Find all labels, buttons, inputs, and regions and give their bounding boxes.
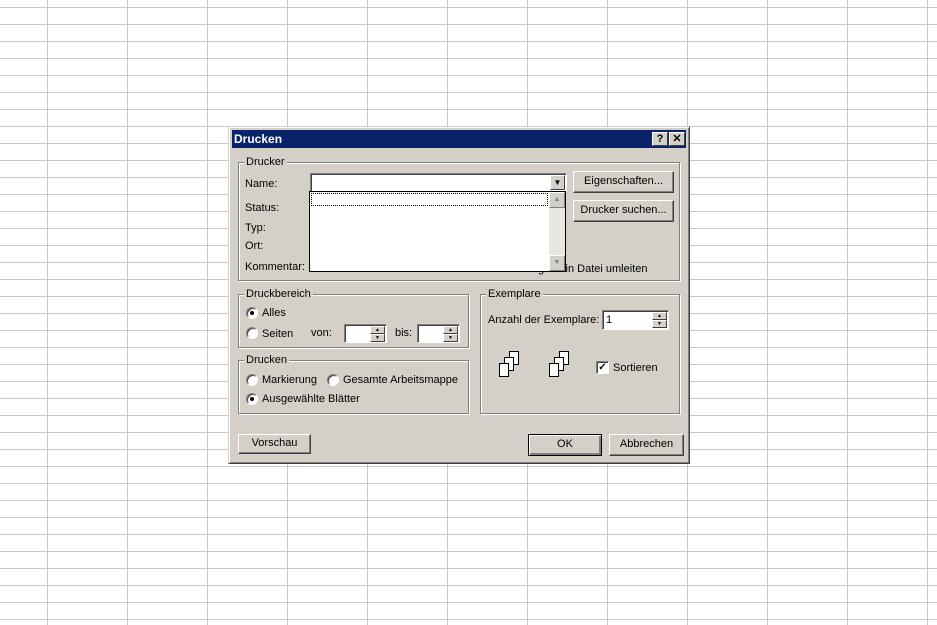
vertical-scrollbar[interactable]: ▲ ▼ bbox=[549, 192, 565, 271]
page-to-label: bis: bbox=[395, 327, 413, 339]
radio-selected-dot bbox=[250, 397, 254, 401]
print-dialog: Drucken ? ✕ Drucker Name: Status: Typ: O… bbox=[228, 126, 690, 464]
print-all-radio[interactable] bbox=[246, 307, 258, 319]
page-icon bbox=[549, 363, 559, 377]
printer-name-select[interactable]: ▼ bbox=[310, 173, 567, 192]
spin-down-icon[interactable]: ▼ bbox=[370, 334, 385, 342]
close-button[interactable]: ✕ bbox=[669, 132, 685, 146]
scroll-down-icon[interactable]: ▼ bbox=[549, 255, 565, 271]
printer-location-label: Ort: bbox=[245, 240, 264, 252]
entire-workbook-radio[interactable] bbox=[327, 374, 339, 386]
spin-down-icon[interactable]: ▼ bbox=[652, 320, 667, 328]
copies-count-label: Anzahl der Exemplare: bbox=[488, 314, 600, 326]
scroll-up-icon[interactable]: ▲ bbox=[549, 192, 565, 208]
collated-pages-icon bbox=[547, 351, 577, 385]
page-from-label: von: bbox=[311, 327, 332, 339]
printer-comment-label: Kommentar: bbox=[245, 261, 305, 273]
dialog-title: Drucken bbox=[234, 132, 283, 146]
printer-name-label: Name: bbox=[245, 178, 278, 190]
print-what-group: Drucken bbox=[238, 354, 469, 414]
help-button[interactable]: ? bbox=[652, 132, 668, 146]
selected-sheets-radio[interactable] bbox=[246, 393, 258, 405]
copies-count-input[interactable]: 1 ▲ ▼ bbox=[602, 310, 669, 330]
title-bar[interactable]: Drucken ? ✕ bbox=[232, 130, 686, 148]
ok-button[interactable]: OK bbox=[528, 434, 602, 456]
copies-group-label: Exemplare bbox=[486, 288, 543, 300]
collate-label: Sortieren bbox=[613, 362, 658, 374]
printer-name-dropdown-list[interactable]: ▲ ▼ bbox=[309, 191, 566, 272]
page-from-input[interactable]: ▲ ▼ bbox=[344, 324, 387, 343]
print-range-group-label: Druckbereich bbox=[244, 288, 313, 300]
selected-sheets-label: Ausgewählte Blätter bbox=[262, 393, 360, 405]
page-to-input[interactable]: ▲ ▼ bbox=[417, 324, 460, 343]
selection-label: Markierung bbox=[262, 374, 318, 386]
chevron-down-icon[interactable]: ▼ bbox=[550, 175, 565, 190]
find-printer-button[interactable]: Drucker suchen... bbox=[573, 200, 674, 222]
print-pages-radio[interactable] bbox=[246, 327, 258, 339]
spin-up-icon[interactable]: ▲ bbox=[652, 312, 667, 320]
print-what-group-label: Drucken bbox=[244, 354, 289, 366]
copies-count-value: 1 bbox=[606, 314, 613, 326]
spin-up-icon[interactable]: ▲ bbox=[443, 326, 458, 334]
printer-status-label: Status: bbox=[245, 202, 280, 214]
uncollated-pages-icon bbox=[497, 351, 527, 385]
preview-button[interactable]: Vorschau bbox=[238, 434, 311, 454]
entire-workbook-label: Gesamte Arbeitsmappe bbox=[343, 374, 458, 386]
print-pages-label: Seiten bbox=[262, 328, 294, 340]
page-icon bbox=[499, 363, 509, 377]
printer-type-label: Typ: bbox=[245, 222, 266, 234]
radio-selected-dot bbox=[250, 311, 254, 315]
selection-radio[interactable] bbox=[246, 374, 258, 386]
spin-down-icon[interactable]: ▼ bbox=[443, 334, 458, 342]
printer-group-label: Drucker bbox=[244, 156, 287, 168]
spin-up-icon[interactable]: ▲ bbox=[370, 326, 385, 334]
print-all-label: Alles bbox=[262, 307, 286, 319]
list-item[interactable] bbox=[311, 193, 548, 206]
properties-button[interactable]: Eigenschaften... bbox=[573, 171, 674, 193]
cancel-button[interactable]: Abbrechen bbox=[609, 434, 684, 456]
collate-checkbox[interactable]: ✓ bbox=[596, 361, 609, 374]
